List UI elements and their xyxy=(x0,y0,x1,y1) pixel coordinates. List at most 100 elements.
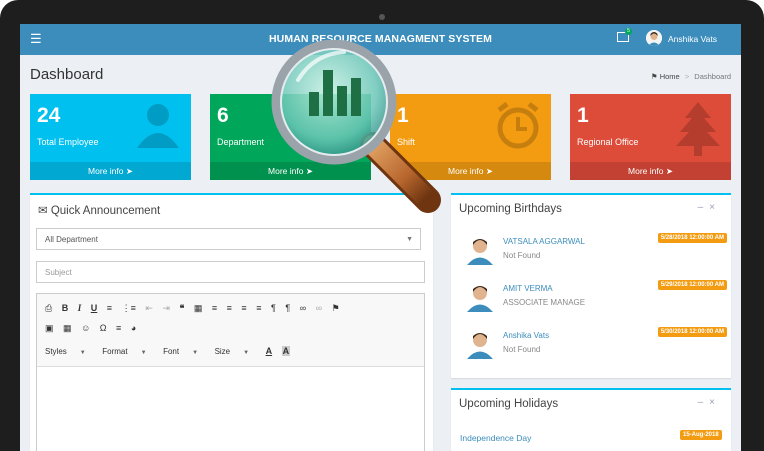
background-color-icon[interactable]: A xyxy=(281,346,291,356)
more-info-link[interactable]: More info ➤ xyxy=(30,162,191,180)
birthday-name: AMIT VERMA xyxy=(503,284,553,293)
employee-avatar-icon xyxy=(467,333,493,359)
alarm-clock-icon xyxy=(497,102,539,149)
close-icon[interactable]: × xyxy=(709,397,721,408)
numbered-list-icon[interactable]: ≡ xyxy=(107,303,112,313)
unlink-icon[interactable]: ∞ xyxy=(316,303,322,313)
birthday-subtitle: Not Found xyxy=(503,345,541,354)
birthday-item[interactable]: Anshika Vats Not Found 5/30/2018 12:00:0… xyxy=(459,319,729,363)
breadcrumb-home[interactable]: Home xyxy=(660,72,680,81)
arrow-circle-right-icon: ➤ xyxy=(485,166,493,176)
page-title: Dashboard xyxy=(30,66,104,83)
format-combo-label: Format xyxy=(102,347,128,356)
creatediv-icon[interactable]: ▦ xyxy=(194,303,203,314)
breadcrumb: ⚑ Home > Dashboard xyxy=(651,72,731,81)
minimize-icon[interactable]: – xyxy=(698,202,710,213)
align-left-icon[interactable]: ≡ xyxy=(212,303,217,313)
birthday-name: VATSALA AGGARWAL xyxy=(503,237,585,246)
styles-combo-label: Styles xyxy=(45,347,67,356)
indent-icon[interactable]: ⇥ xyxy=(162,303,170,314)
caret-down-icon: ▼ xyxy=(79,350,86,356)
toolbar-row-3: Styles ▼ Format ▼ Font ▼ Size ▼ A A xyxy=(45,346,297,356)
align-center-icon[interactable]: ≡ xyxy=(227,303,232,313)
breadcrumb-separator: > xyxy=(684,72,690,81)
employee-avatar-icon xyxy=(467,286,493,312)
envelope-icon: ✉ xyxy=(38,205,48,217)
stat-box-regional-office: 1 Regional Office More info ➤ xyxy=(570,94,731,180)
globe-icon[interactable]: ◕ xyxy=(131,323,136,333)
magnifier-chart-graphic xyxy=(271,40,441,213)
arrow-circle-right-icon: ➤ xyxy=(125,166,133,176)
panel-header: Upcoming Birthdays xyxy=(459,203,562,215)
stat-label: Total Employee xyxy=(37,137,99,147)
camera-dot xyxy=(379,14,385,20)
panel-header: Upcoming Holidays xyxy=(459,398,559,410)
user-avatar-icon xyxy=(646,30,662,46)
caret-down-icon: ▼ xyxy=(192,350,199,356)
more-info-label: More info xyxy=(448,166,484,176)
department-select[interactable]: All Department ▼ xyxy=(36,228,421,250)
text-color-icon[interactable]: A xyxy=(266,346,273,356)
stat-label: Regional Office xyxy=(577,137,639,147)
toolbar-row-1: ⎙ B I U ≡ ⋮≡ ⇤ ⇥ ❝ ▦ ≡ ≡ ≡ ≡ ¶ ¶ ∞ ∞ ⚑ xyxy=(45,303,347,314)
mail-badge: 5 xyxy=(625,28,632,35)
birthday-subtitle: Not Found xyxy=(503,251,541,260)
blockquote-icon[interactable]: ❝ xyxy=(179,303,184,314)
birthday-item[interactable]: VATSALA AGGARWAL Not Found 5/28/2018 12:… xyxy=(459,225,729,269)
format-combo[interactable]: Format ▼ xyxy=(102,347,153,356)
align-right-icon[interactable]: ≡ xyxy=(241,303,246,313)
stat-value: 1 xyxy=(577,104,589,127)
outdent-icon[interactable]: ⇤ xyxy=(145,303,153,314)
tree-icon xyxy=(676,102,720,156)
holiday-name[interactable]: Independence Day xyxy=(460,433,531,443)
size-combo-label: Size xyxy=(214,347,231,356)
italic-icon[interactable]: I xyxy=(78,303,82,313)
caret-down-icon: ▼ xyxy=(406,236,413,243)
arrow-circle-right-icon: ➤ xyxy=(665,166,673,176)
stat-label: Department xyxy=(217,137,265,147)
birthday-name: Anshika Vats xyxy=(503,331,550,340)
caret-down-icon: ▼ xyxy=(140,350,147,356)
omega-icon[interactable]: Ω xyxy=(100,323,107,333)
flag-icon[interactable]: ⚑ xyxy=(332,303,340,314)
more-info-link[interactable]: More info ➤ xyxy=(570,162,731,180)
size-combo[interactable]: Size ▼ xyxy=(215,347,257,356)
holiday-date-badge: 15-Aug-2018 xyxy=(680,430,722,440)
user-avatar[interactable] xyxy=(646,30,662,46)
panel-title: Quick Announcement xyxy=(50,205,161,217)
caret-down-icon: ▼ xyxy=(243,350,250,356)
image-icon[interactable]: ▣ xyxy=(45,323,54,334)
ltr-icon[interactable]: ¶ xyxy=(271,303,276,313)
birthday-item[interactable]: AMIT VERMA ASSOCIATE MANAGE 5/29/2018 12… xyxy=(459,272,729,316)
justify-icon[interactable]: ≡ xyxy=(256,303,261,313)
stat-value: 6 xyxy=(217,104,229,127)
minimize-icon[interactable]: – xyxy=(698,397,710,408)
birthday-subtitle: ASSOCIATE MANAGE xyxy=(503,298,586,307)
page-break-icon[interactable]: ≡ xyxy=(116,323,121,333)
stat-value: 24 xyxy=(37,104,61,127)
toolbar-row-2: ▣ ▦ ☺ Ω ≡ ◕ xyxy=(45,323,143,334)
smiley-icon[interactable]: ☺ xyxy=(81,323,90,333)
birthday-date-badge: 5/30/2018 12:00:00 AM xyxy=(657,327,727,337)
link-icon[interactable]: ∞ xyxy=(300,303,306,313)
print-icon[interactable]: ⎙ xyxy=(45,303,52,314)
rtl-icon[interactable]: ¶ xyxy=(285,303,290,313)
underline-icon[interactable]: U xyxy=(91,303,98,313)
styles-combo[interactable]: Styles ▼ xyxy=(45,347,93,356)
user-name[interactable]: Anshika Vats xyxy=(668,34,717,44)
employee-avatar-icon xyxy=(467,239,493,265)
panel-tools: –× xyxy=(698,202,721,213)
table-icon[interactable]: ▦ xyxy=(63,323,72,334)
birthday-date-badge: 5/28/2018 12:00:00 AM xyxy=(657,233,727,243)
font-combo-label: Font xyxy=(163,347,180,356)
subject-input[interactable]: Subject xyxy=(36,261,425,283)
department-select-value: All Department xyxy=(45,235,98,244)
bulleted-list-icon[interactable]: ⋮≡ xyxy=(122,303,136,314)
rich-text-editor[interactable]: ⎙ B I U ≡ ⋮≡ ⇤ ⇥ ❝ ▦ ≡ ≡ ≡ ≡ ¶ ¶ ∞ ∞ ⚑ ▣… xyxy=(36,293,425,451)
font-combo[interactable]: Font ▼ xyxy=(163,347,205,356)
panel-tools: –× xyxy=(698,397,721,408)
editor-toolbar: ⎙ B I U ≡ ⋮≡ ⇤ ⇥ ❝ ▦ ≡ ≡ ≡ ≡ ¶ ¶ ∞ ∞ ⚑ ▣… xyxy=(37,294,424,367)
more-info-label: More info xyxy=(628,166,664,176)
close-icon[interactable]: × xyxy=(709,202,721,213)
bold-icon[interactable]: B xyxy=(62,303,69,313)
